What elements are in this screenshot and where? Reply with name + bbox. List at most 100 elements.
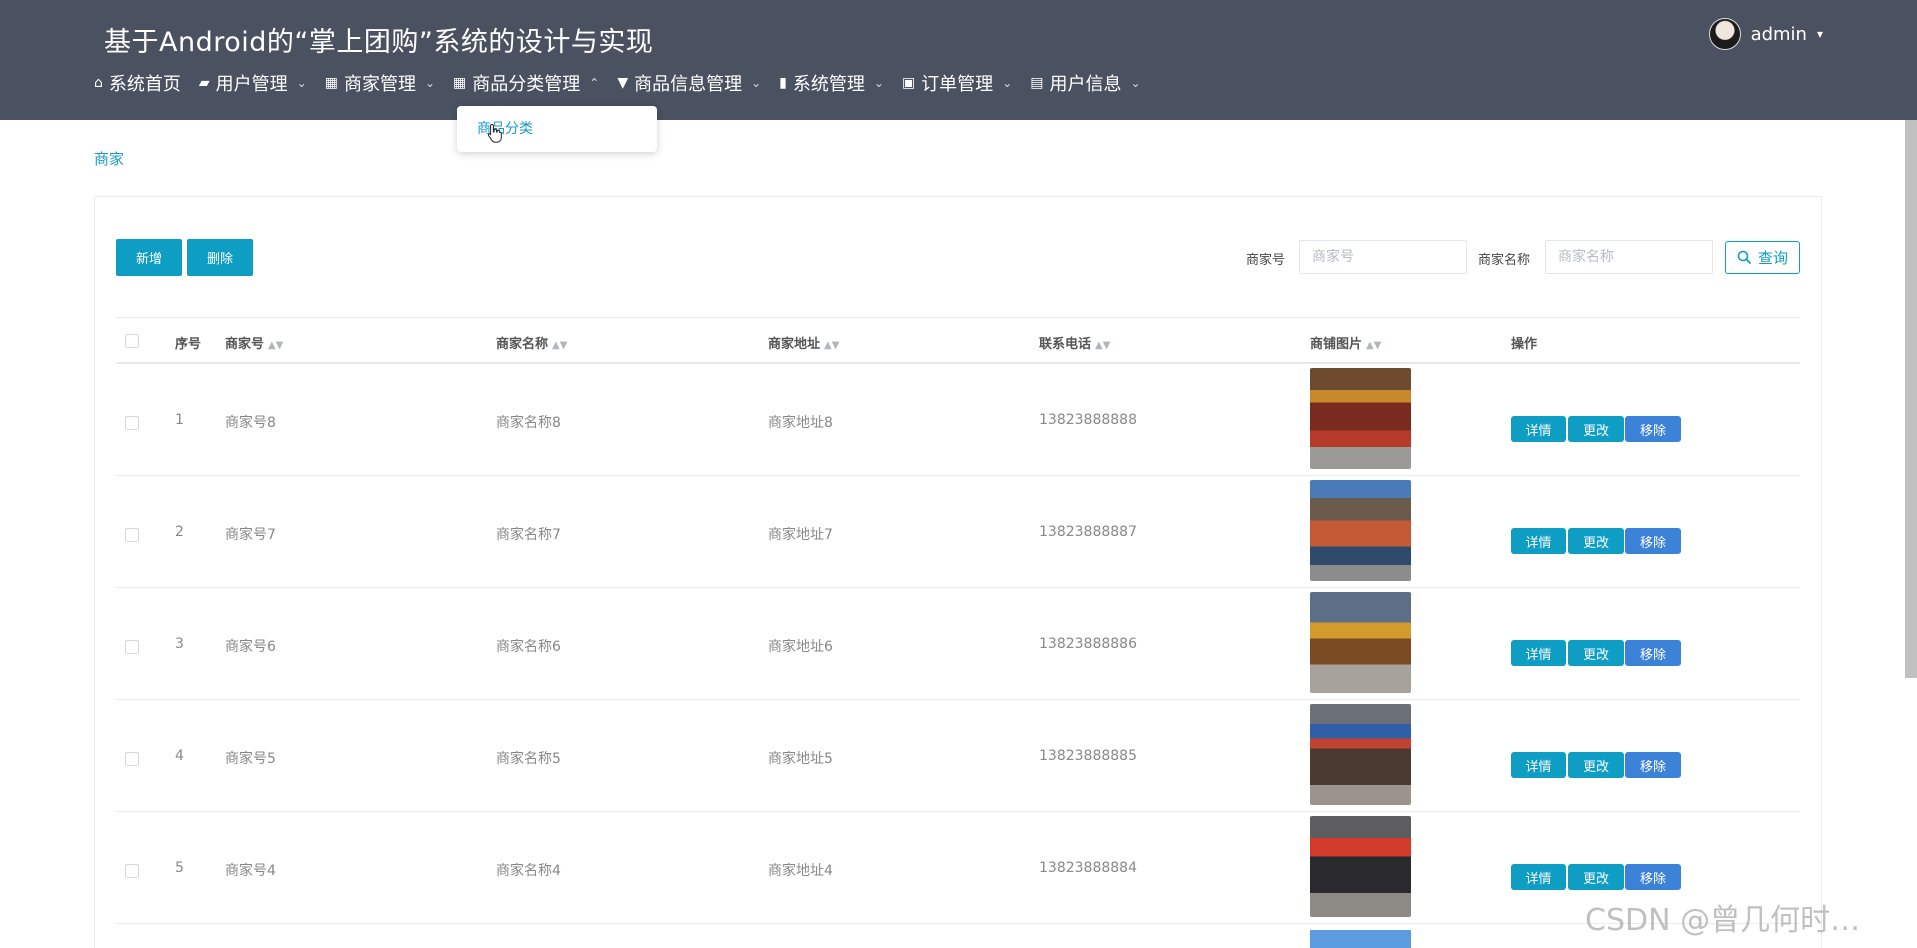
remove-button[interactable]: 移除 [1625,640,1681,666]
row-checkbox[interactable] [125,416,139,430]
row-index: 3 [175,636,184,652]
col-label: 联系电话 [1039,337,1092,352]
edit-button[interactable]: 更改 [1568,752,1624,778]
nav-label: 商品分类管理 [472,74,581,95]
merchant-name-label: 商家名称 [1478,253,1531,268]
shop-image[interactable] [1310,480,1411,581]
row-merchant-name: 商家名称7 [496,527,561,543]
main-nav: ⌂ 系统首页 ▰ 用户管理 ⌄ ▦ 商家管理 ⌄ ▦ 商品分类管理 ⌃ ▼ 商品… [94,70,1141,96]
remove-button[interactable]: 移除 [1625,416,1681,442]
table-header: 序号 商家号 ▲▼ 商家名称 ▲▼ 商家地址 ▲▼ 联系电话 ▲▼ 商铺图片 ▲▼ 操作 [116,317,1800,364]
row-merchant-name: 商家名称4 [496,863,561,879]
shop-image[interactable] [1310,816,1411,917]
scrollbar[interactable] [1905,120,1917,678]
breadcrumb[interactable]: 商家 [94,148,124,169]
row-checkbox[interactable] [125,640,139,654]
nav-label: 商家管理 [343,74,416,95]
nav-user-info[interactable]: ▤ 用户信息 ⌄ [1030,70,1140,96]
home-icon: ⌂ [94,75,103,91]
row-merchant-name: 商家名称5 [496,751,561,767]
col-shop-image[interactable]: 商铺图片 ▲▼ [1310,333,1381,352]
user-name[interactable]: admin [1751,24,1807,45]
select-all-checkbox[interactable] [125,334,139,348]
sort-icon[interactable]: ▲▼ [268,340,283,351]
nav-system-management[interactable]: ▮ 系统管理 ⌄ [779,70,884,96]
col-actions: 操作 [1511,337,1538,352]
sort-icon[interactable]: ▲▼ [824,340,839,351]
nav-user-management[interactable]: ▰ 用户管理 ⌄ [199,70,307,96]
col-index: 序号 [175,337,202,352]
edit-button[interactable]: 更改 [1568,640,1624,666]
row-phone: 13823888888 [1039,412,1137,428]
nav-order-management[interactable]: ▣ 订单管理 ⌄ [902,70,1012,96]
chevron-down-icon: ⌄ [1002,76,1013,90]
row-merchant-address: 商家地址8 [768,415,833,431]
sort-icon[interactable]: ▲▼ [1366,340,1381,351]
chevron-down-icon: ⌄ [873,76,884,90]
edit-button[interactable]: 更改 [1568,864,1624,890]
search-icon [1737,250,1752,265]
query-label: 查询 [1757,250,1788,267]
user-menu[interactable]: admin ▾ [1708,18,1823,50]
nav-category-management[interactable]: ▦ 商品分类管理 ⌃ [453,70,599,96]
chevron-down-icon: ⌄ [296,76,307,90]
sort-icon[interactable]: ▲▼ [552,340,567,351]
detail-button[interactable]: 详情 [1511,528,1566,554]
delete-button[interactable]: 删除 [187,239,253,276]
row-merchant-no: 商家号6 [225,639,276,655]
row-phone: 13823888886 [1039,636,1137,652]
watermark: CSDN @曾几何时… [1585,903,1861,938]
row-checkbox[interactable] [125,528,139,542]
row-merchant-address: 商家地址5 [768,751,833,767]
detail-button[interactable]: 详情 [1511,640,1566,666]
detail-button[interactable]: 详情 [1511,752,1566,778]
nav-goods-management[interactable]: ▼ 商品信息管理 ⌄ [617,70,761,96]
detail-button[interactable]: 详情 [1511,864,1566,890]
grid-icon: ▦ [324,75,338,91]
remove-button[interactable]: 移除 [1625,528,1681,554]
shop-image[interactable] [1310,704,1411,805]
row-checkbox[interactable] [125,864,139,878]
user-icon: ▰ [198,75,210,91]
hand-cursor-icon [487,123,502,143]
col-merchant-no[interactable]: 商家号 ▲▼ [225,333,283,352]
col-phone[interactable]: 联系电话 ▲▼ [1039,333,1110,352]
row-merchant-no: 商家号7 [225,527,276,543]
row-index: 5 [175,860,184,876]
shop-image[interactable] [1310,592,1411,693]
col-merchant-address[interactable]: 商家地址 ▲▼ [768,333,839,352]
edit-button[interactable]: 更改 [1568,528,1624,554]
remove-button[interactable]: 移除 [1625,864,1681,890]
nav-merchant-management[interactable]: ▦ 商家管理 ⌄ [325,70,435,96]
sort-icon[interactable]: ▲▼ [1095,340,1110,351]
table-row: 5 商家号4 商家名称4 商家地址4 13823888884 详情 更改 移除 [116,812,1800,924]
row-merchant-name: 商家名称8 [496,415,561,431]
caret-down-icon[interactable]: ▾ [1817,27,1823,41]
remove-button[interactable]: 移除 [1625,752,1681,778]
query-button[interactable]: 查询 [1725,241,1800,274]
edit-button[interactable]: 更改 [1568,416,1624,442]
merchant-no-input[interactable] [1299,240,1467,274]
row-merchant-no: 商家号8 [225,415,276,431]
avatar[interactable] [1708,18,1741,50]
goods-icon: ▼ [617,75,629,91]
nav-home[interactable]: ⌂ 系统首页 [94,70,181,96]
merchant-name-input[interactable] [1545,240,1713,274]
add-button[interactable]: 新增 [116,239,182,276]
row-checkbox[interactable] [125,752,139,766]
grid-icon: ▦ [453,75,467,91]
detail-button[interactable]: 详情 [1511,416,1566,442]
col-merchant-name[interactable]: 商家名称 ▲▼ [496,333,567,352]
chevron-down-icon: ⌄ [1130,76,1141,90]
row-phone: 13823888885 [1039,748,1137,764]
nav-label: 系统管理 [792,74,865,95]
dropdown-item-category[interactable]: 商品分类 [477,118,533,138]
bag-icon: ▣ [901,75,916,91]
nav-label: 商品信息管理 [634,74,743,95]
row-merchant-address: 商家地址6 [768,639,833,655]
col-label: 商家名称 [496,337,549,352]
shop-image[interactable] [1310,368,1411,469]
row-phone: 13823888884 [1039,860,1137,876]
chevron-down-icon: ⌄ [751,76,762,90]
shop-image[interactable] [1310,930,1411,948]
